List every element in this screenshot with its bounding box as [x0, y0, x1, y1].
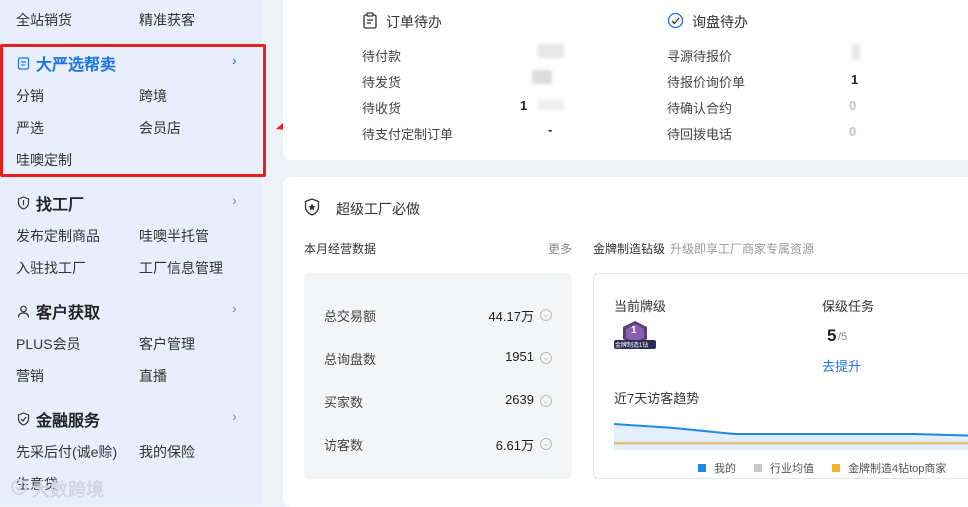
- todo-value[interactable]: 0: [849, 124, 856, 139]
- legend-item-mine: 我的: [698, 460, 736, 476]
- inquiry-section-title: 询盘待办: [667, 12, 748, 32]
- sidebar-item-factory-info[interactable]: 工厂信息管理: [139, 258, 223, 278]
- badge-text: 金牌制造1钻: [615, 343, 649, 349]
- sidebar-item-plus-member[interactable]: PLUS会员: [16, 334, 81, 354]
- sidebar-group-title: 找工厂: [36, 197, 85, 214]
- watermark-logo-icon: [10, 478, 28, 501]
- chevron-right-icon[interactable]: ›: [232, 408, 237, 424]
- redacted-value: [852, 44, 860, 60]
- stat-label-inquiries: 总询盘数: [324, 352, 377, 367]
- improve-link[interactable]: 去提升: [822, 356, 861, 375]
- gold-level-panel: 当前牌级 1 金牌制造1钻 保级任务 5 /5 去提升 近7天访客趋势 我的 行…: [593, 273, 968, 479]
- shield-star-icon: [304, 198, 320, 219]
- legend-item-industry: 行业均值: [754, 460, 814, 476]
- todo-label-pending-quote-rfq[interactable]: 待报价询价单: [667, 72, 745, 91]
- stat-value-buyers: 2639: [505, 392, 534, 407]
- sidebar-group-finance[interactable]: 金融服务: [16, 407, 100, 431]
- sidebar-item-sitewide-sales[interactable]: 全站销货: [16, 10, 72, 30]
- sidebar-group-title: 金融服务: [36, 413, 101, 430]
- orders-title: 订单待办: [386, 14, 442, 30]
- watermark: 大数跨境: [10, 476, 104, 502]
- legend-label: 行业均值: [770, 463, 814, 475]
- watermark-text: 大数跨境: [32, 480, 104, 500]
- user-icon: [16, 304, 30, 318]
- stat-value-gmv: 44.17万: [488, 309, 534, 324]
- info-icon[interactable]: ⌄: [540, 352, 552, 364]
- todo-label-pending-shipment[interactable]: 待发货: [362, 72, 401, 91]
- sidebar-item-semi-managed[interactable]: 哇噢半托管: [139, 226, 209, 246]
- todo-value[interactable]: 1: [851, 72, 858, 87]
- more-link[interactable]: 更多: [548, 240, 572, 257]
- sidebar-group-title: 客户获取: [36, 305, 101, 322]
- info-icon[interactable]: ⌄: [540, 395, 552, 407]
- highlight-box: [0, 44, 266, 177]
- gold-title: 金牌制造钻级: [593, 242, 666, 256]
- task-total: /5: [838, 331, 848, 343]
- stat-value-inquiries: 1951: [505, 349, 534, 364]
- todo-label-pending-payment[interactable]: 待付款: [362, 46, 401, 65]
- todo-label-callback[interactable]: 待回拨电话: [667, 124, 732, 143]
- redacted-value: [538, 44, 564, 58]
- sidebar-item-publish-custom[interactable]: 发布定制商品: [16, 226, 100, 246]
- sidebar-item-insurance[interactable]: 我的保险: [139, 442, 195, 462]
- legend-label: 金牌制造4钻top商家: [848, 463, 947, 475]
- legend-swatch: [698, 464, 706, 472]
- legend-item-top: 金牌制造4钻top商家: [832, 460, 946, 476]
- trend-title: 近7天访客趋势: [614, 391, 700, 406]
- sidebar-item-live[interactable]: 直播: [139, 366, 167, 386]
- visitor-trend-chart: [614, 423, 968, 450]
- redacted-value: [532, 70, 552, 84]
- todo-value[interactable]: -: [548, 122, 552, 137]
- factory-section-title: 超级工厂必做: [304, 198, 420, 219]
- chart-legend: 我的 行业均值 金牌制造4钻top商家: [698, 460, 946, 476]
- orders-section-title: 订单待办: [362, 12, 442, 32]
- gold-subtitle: 升级即享工厂商家专属资源: [670, 242, 815, 256]
- todo-value[interactable]: 0: [849, 98, 856, 113]
- shield-check-icon: [16, 412, 30, 426]
- monthly-data-title: 本月经营数据: [304, 242, 377, 256]
- info-icon[interactable]: ⌄: [540, 309, 552, 321]
- stat-value-visitors: 6.61万: [495, 438, 534, 453]
- inquiry-title: 询盘待办: [692, 14, 748, 30]
- shield-icon: [16, 196, 30, 210]
- todo-label-sourcing-quote[interactable]: 寻源待报价: [667, 46, 732, 65]
- stat-label-visitors: 访客数: [324, 438, 364, 453]
- info-icon[interactable]: ⌄: [540, 438, 552, 450]
- todo-label-custom-order-payment[interactable]: 待支付定制订单: [362, 124, 453, 143]
- clock-check-icon: [667, 12, 684, 32]
- gold-badge: 1 金牌制造1钻: [614, 320, 656, 350]
- sidebar-item-customer-mgmt[interactable]: 客户管理: [139, 334, 195, 354]
- sidebar-item-precise-acquisition[interactable]: 精准获客: [139, 10, 195, 30]
- current-level-label: 当前牌级: [614, 299, 667, 314]
- sidebar-group-find-factory[interactable]: 找工厂: [16, 191, 84, 215]
- todo-value[interactable]: 1: [520, 98, 527, 113]
- task-value: 5: [827, 326, 837, 345]
- legend-swatch: [754, 464, 762, 472]
- task-label: 保级任务: [822, 299, 875, 314]
- sidebar-group-customer[interactable]: 客户获取: [16, 299, 100, 323]
- todo-label-pending-receipt[interactable]: 待收货: [362, 98, 401, 117]
- redacted-value: [538, 100, 564, 110]
- chevron-right-icon[interactable]: ›: [232, 300, 237, 316]
- badge-number: 1: [631, 325, 637, 336]
- clipboard-icon: [362, 12, 378, 32]
- monthly-stats-panel: 总交易额 44.17万 ⌄ 总询盘数 1951 ⌄ 买家数 2639 ⌄ 访客数…: [304, 273, 572, 479]
- legend-label: 我的: [714, 463, 736, 475]
- sidebar-item-pay-later[interactable]: 先采后付(诚e赊): [16, 442, 117, 462]
- factory-title: 超级工厂必做: [336, 200, 420, 217]
- stat-label-gmv: 总交易额: [324, 309, 377, 324]
- stat-label-buyers: 买家数: [324, 395, 364, 410]
- legend-swatch: [832, 464, 840, 472]
- sidebar-item-join-factory[interactable]: 入驻找工厂: [16, 258, 86, 278]
- sidebar-item-marketing[interactable]: 营销: [16, 366, 44, 386]
- todo-label-pending-contract[interactable]: 待确认合约: [667, 98, 732, 117]
- chevron-right-icon[interactable]: ›: [232, 192, 237, 208]
